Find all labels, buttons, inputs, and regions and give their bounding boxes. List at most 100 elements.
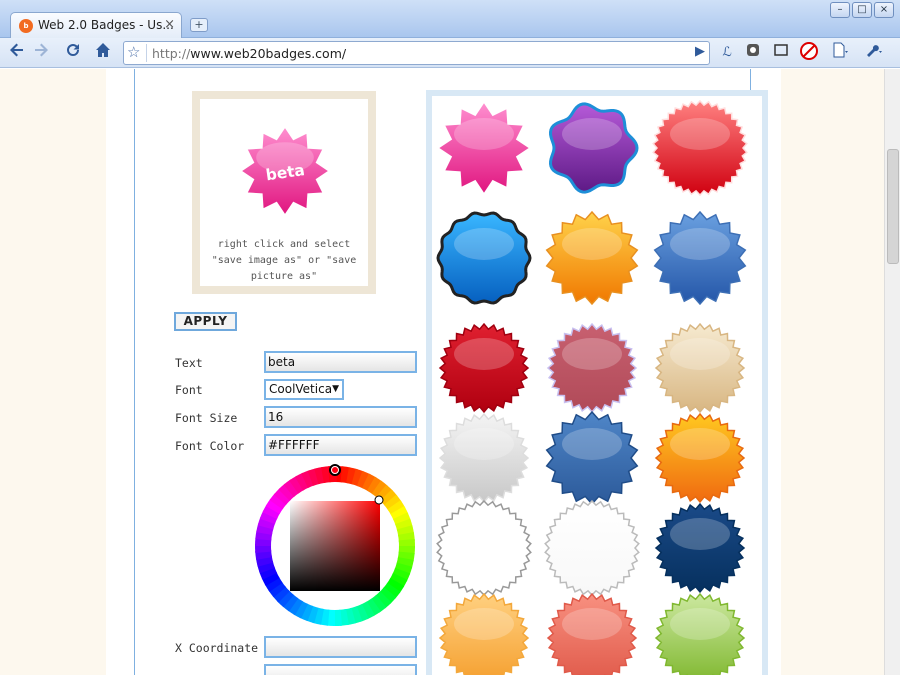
- badge-gloss: [454, 608, 514, 640]
- save-hint-text: right click and select "save image as" o…: [211, 239, 357, 282]
- vertical-scrollbar[interactable]: [884, 69, 900, 675]
- back-arrow-icon: [10, 43, 23, 57]
- browser-toolbar: ☆ http://www.web20badges.com/ ▶ ℒ: [0, 38, 900, 68]
- badge-gloss: [670, 608, 730, 640]
- badge-option-orange-gloss[interactable]: [650, 408, 750, 508]
- x-coordinate-input[interactable]: [264, 636, 417, 658]
- site-favicon-icon: b: [19, 19, 33, 33]
- font-color-input[interactable]: #FFFFFF: [264, 434, 417, 456]
- badge-option-orange-burst[interactable]: [542, 208, 642, 308]
- font-label: Font: [175, 383, 203, 397]
- badge-gloss: [454, 518, 514, 550]
- font-select-value: CoolVetica: [269, 382, 333, 396]
- home-icon: [96, 43, 110, 57]
- home-button[interactable]: [92, 42, 114, 64]
- badge-option-blue-wavy[interactable]: [434, 208, 534, 308]
- close-window-button[interactable]: ×: [874, 2, 894, 18]
- badge-gloss: [454, 338, 514, 370]
- badge-option-red-shiny[interactable]: [650, 98, 750, 198]
- badge-image: [438, 592, 530, 675]
- font-size-input[interactable]: 16: [264, 406, 417, 428]
- font-size-label: Font Size: [175, 411, 238, 425]
- go-arrow-icon[interactable]: ▶: [695, 44, 705, 59]
- fullscreen-icon[interactable]: [770, 42, 792, 64]
- text-label: Text: [175, 356, 203, 370]
- adblock-icon[interactable]: [798, 42, 820, 64]
- badge-option-salmon-seal[interactable]: [542, 588, 642, 675]
- content-frame: beta right click and select "save image …: [134, 69, 768, 675]
- badge-option-navy-seal[interactable]: [650, 498, 750, 598]
- badge-image: [654, 322, 746, 414]
- badge-option-white-outline[interactable]: [434, 498, 534, 598]
- bookmark-star-icon[interactable]: ☆: [127, 43, 140, 61]
- minimize-button[interactable]: –: [830, 2, 850, 18]
- scrollbar-thumb[interactable]: [887, 149, 899, 264]
- expand-icon: [774, 44, 788, 56]
- page-icon: [833, 42, 848, 58]
- page-container: beta right click and select "save image …: [106, 69, 781, 675]
- url-host: www.web20badges.com/: [190, 46, 347, 61]
- badge-image: [436, 100, 532, 196]
- no-ads-icon: [800, 42, 818, 60]
- address-separator: [146, 44, 147, 62]
- badge-option-rose-seal[interactable]: [542, 318, 642, 418]
- badge-option-blue-burst[interactable]: [650, 208, 750, 308]
- back-button[interactable]: [6, 42, 28, 64]
- badge-gloss: [670, 428, 730, 460]
- badge-image: [546, 592, 638, 675]
- badge-option-green-seal[interactable]: [650, 588, 750, 675]
- badge-option-silver-seal[interactable]: [434, 408, 534, 508]
- badge-image: [545, 210, 639, 306]
- forward-button[interactable]: [30, 42, 52, 64]
- dropdown-arrow-icon: ▼: [332, 384, 339, 394]
- badge-image: [653, 210, 747, 306]
- window-titlebar: b Web 2.0 Badges - Us... × + – □ ×: [0, 0, 900, 39]
- badge-image: [544, 499, 640, 597]
- badge-image: [546, 322, 638, 414]
- text-input[interactable]: beta: [264, 351, 417, 373]
- badge-preview-image[interactable]: beta: [237, 123, 333, 219]
- badge-gloss: [454, 228, 514, 260]
- badge-option-purple-star[interactable]: [542, 98, 642, 198]
- badge-option-pink-star[interactable]: [434, 98, 534, 198]
- font-select[interactable]: CoolVetica ▼: [264, 379, 344, 400]
- badge-gloss: [562, 228, 622, 260]
- tab-close-icon[interactable]: ×: [164, 17, 175, 32]
- badge-option-steel-blue-star[interactable]: [542, 408, 642, 508]
- extension-gear-icon[interactable]: [742, 42, 764, 64]
- badge-image: [438, 322, 530, 414]
- badge-gloss: [562, 118, 622, 150]
- page-menu-button[interactable]: [828, 42, 854, 64]
- address-bar[interactable]: ☆ http://www.web20badges.com/ ▶: [123, 41, 710, 65]
- badge-gloss: [670, 118, 730, 150]
- badge-option-peach-seal[interactable]: [434, 588, 534, 675]
- window-controls: – □ ×: [830, 2, 894, 18]
- url-scheme: http://: [152, 46, 191, 61]
- apply-button[interactable]: APPLY: [174, 312, 237, 331]
- badge-option-parchment-seal[interactable]: [650, 318, 750, 418]
- y-coordinate-input[interactable]: [264, 664, 417, 675]
- reload-icon: [67, 44, 79, 56]
- badge-image: [545, 410, 639, 506]
- browser-tab[interactable]: b Web 2.0 Badges - Us... ×: [10, 12, 182, 39]
- reload-button[interactable]: [62, 42, 84, 64]
- x-coordinate-label: X Coordinate: [175, 641, 259, 655]
- new-tab-button[interactable]: +: [190, 18, 208, 32]
- forward-arrow-icon: [35, 43, 48, 57]
- settings-wrench-button[interactable]: [860, 42, 888, 64]
- font-color-label: Font Color: [175, 439, 245, 453]
- extension-signature-icon[interactable]: ℒ: [716, 42, 738, 64]
- color-picker-wheel[interactable]: [251, 462, 419, 630]
- badge-image: [654, 592, 746, 675]
- badge-gloss: [562, 338, 622, 370]
- color-handle[interactable]: [374, 495, 384, 505]
- maximize-button[interactable]: □: [852, 2, 872, 18]
- badge-image: [438, 412, 530, 504]
- badge-preview-inner: beta right click and select "save image …: [200, 99, 368, 286]
- badge-gloss: [454, 428, 514, 460]
- badge-option-red-seal[interactable]: [434, 318, 534, 418]
- badge-image: [436, 499, 532, 597]
- badge-option-white-plain[interactable]: [542, 498, 642, 598]
- page-viewport: beta right click and select "save image …: [0, 69, 884, 675]
- badge-gloss: [562, 608, 622, 640]
